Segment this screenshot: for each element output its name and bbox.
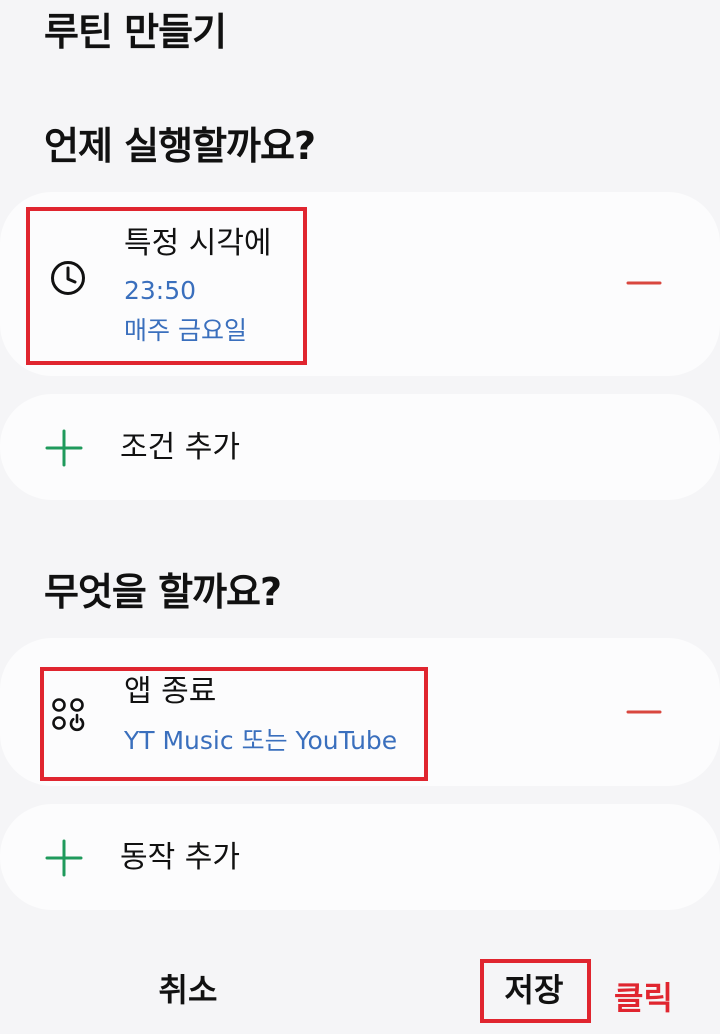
remove-action-button[interactable] — [624, 697, 664, 727]
page-title: 루틴 만들기 — [44, 10, 227, 54]
remove-condition-button[interactable] — [624, 268, 664, 298]
condition-title: 특정 시각에 — [124, 226, 272, 261]
action-title: 앱 종료 — [124, 674, 217, 709]
plus-icon — [44, 428, 84, 468]
add-condition-label: 조건 추가 — [120, 430, 240, 465]
click-annotation: 클릭 — [614, 979, 673, 1017]
add-action-label: 동작 추가 — [120, 840, 240, 875]
clock-icon — [48, 258, 88, 298]
when-section-title: 언제 실행할까요? — [44, 124, 316, 168]
add-action-row[interactable]: 동작 추가 — [0, 804, 720, 910]
what-section-title: 무엇을 할까요? — [44, 570, 282, 614]
condition-time: 23:50 — [124, 276, 197, 305]
cancel-button[interactable]: 취소 — [140, 970, 236, 1010]
apps-close-icon — [48, 694, 88, 734]
condition-repeat: 매주 금요일 — [124, 316, 247, 345]
plus-icon — [44, 838, 84, 878]
add-condition-row[interactable]: 조건 추가 — [0, 394, 720, 500]
save-button[interactable]: 저장 — [486, 970, 582, 1010]
minus-icon — [626, 281, 662, 285]
minus-icon — [626, 710, 662, 714]
condition-card[interactable]: 특정 시각에 23:50 매주 금요일 — [0, 192, 720, 376]
action-detail: YT Music 또는 YouTube — [124, 726, 398, 755]
action-card[interactable]: 앱 종료 YT Music 또는 YouTube — [0, 638, 720, 786]
